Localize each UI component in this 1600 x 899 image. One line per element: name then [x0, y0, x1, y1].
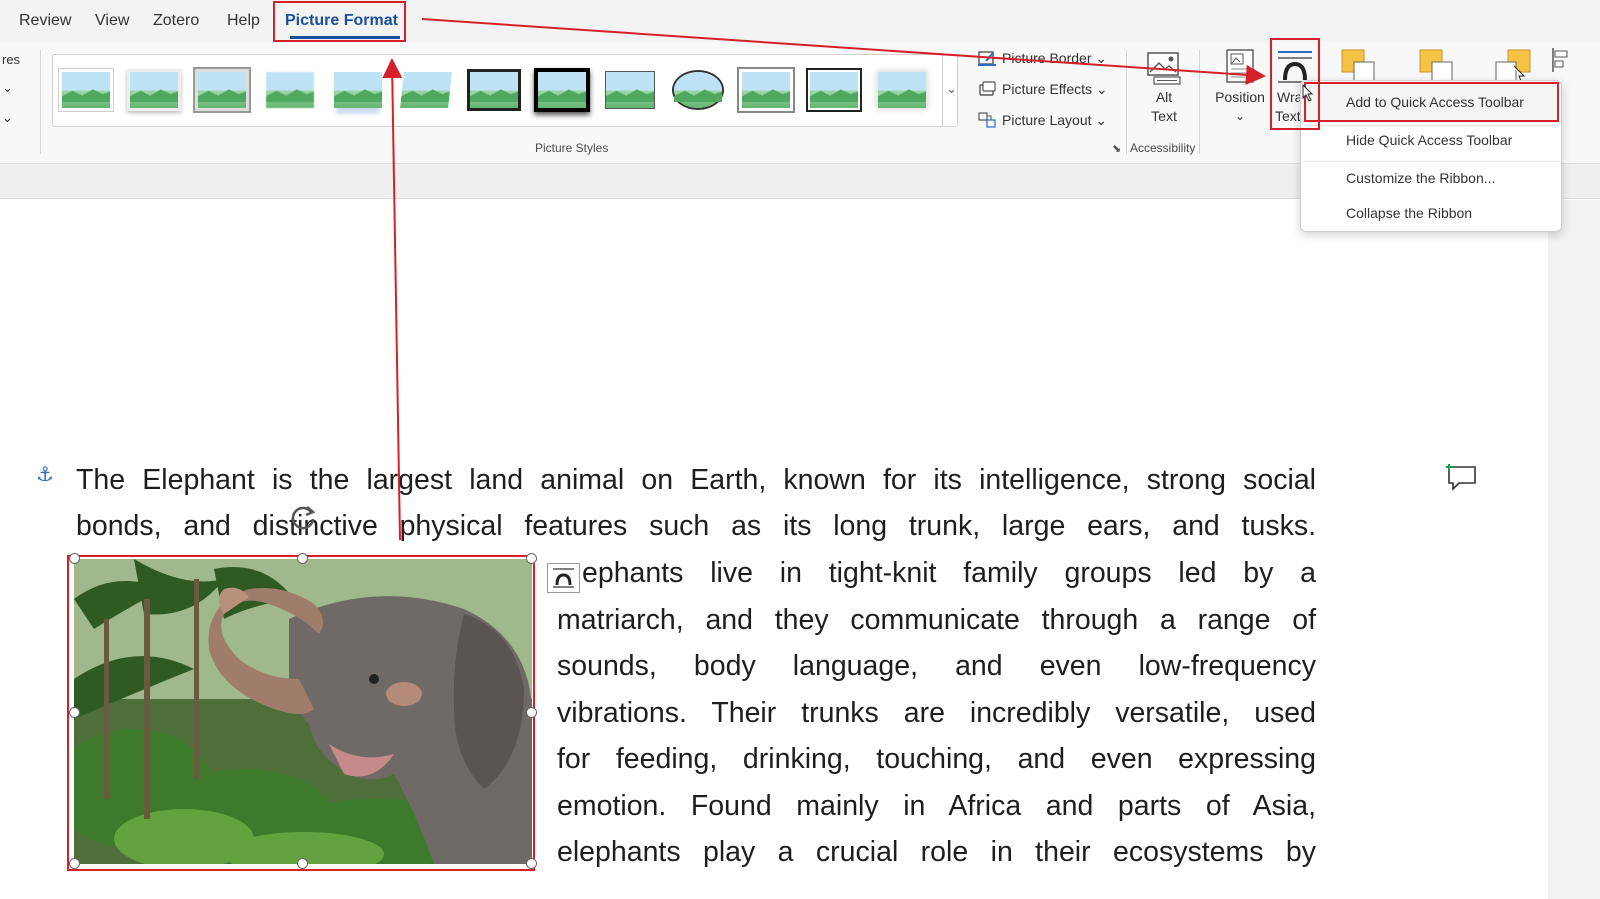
mouse-cursor-icon [1302, 83, 1314, 102]
word-window: Review View Zotero Help Picture Format r… [0, 0, 1600, 899]
annotation-arrow-to-picture-format [382, 58, 403, 541]
annotation-arrow-to-wrap-text [421, 18, 1266, 85]
annotation-arrows [382, 18, 1266, 541]
